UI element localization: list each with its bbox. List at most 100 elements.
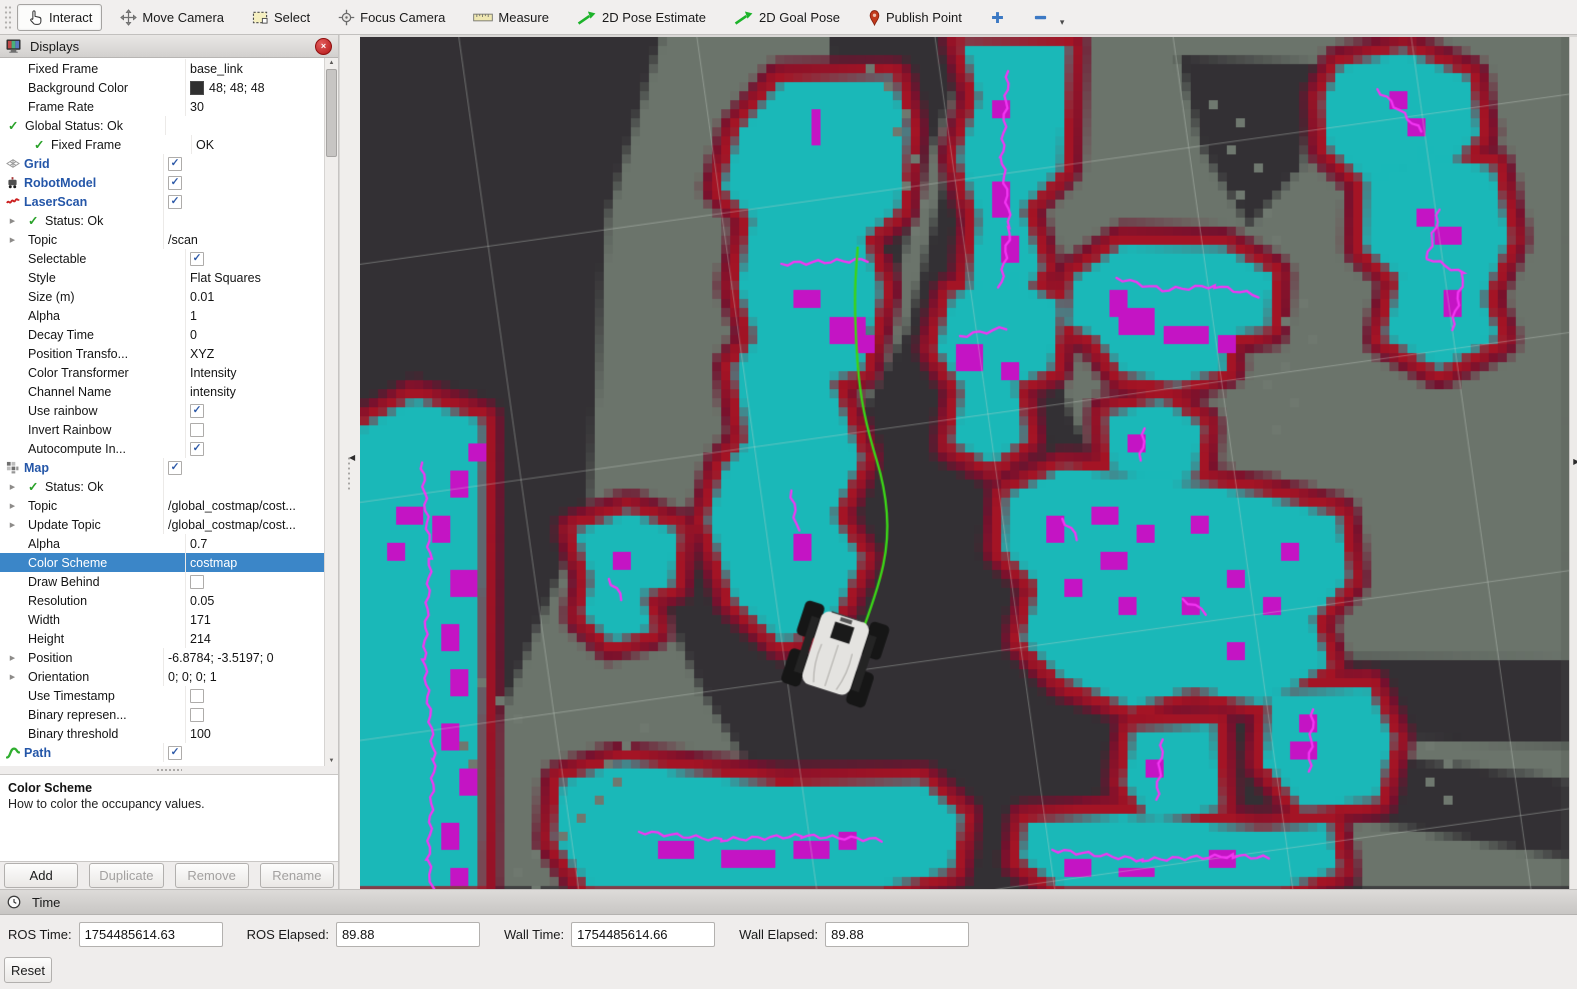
tree-row-alpha[interactable]: Alpha0.7 bbox=[0, 534, 325, 553]
help-splitter[interactable] bbox=[0, 766, 338, 774]
tool-move-camera-button[interactable]: Move Camera bbox=[110, 4, 234, 31]
tree-row-fixed-frame[interactable]: Fixed Framebase_link bbox=[0, 59, 325, 78]
toolbar-overflow-icon[interactable]: ▾ bbox=[1060, 17, 1065, 28]
tool-publish-point-button[interactable]: Publish Point bbox=[858, 4, 972, 31]
3d-viewport[interactable]: ▶ bbox=[360, 35, 1577, 889]
costmap-render-view[interactable] bbox=[360, 37, 1569, 889]
tree-row-grid[interactable]: Grid✓ bbox=[0, 154, 325, 173]
checkbox-checked[interactable]: ✓ bbox=[190, 404, 204, 418]
checkbox-checked[interactable]: ✓ bbox=[190, 252, 204, 266]
time-panel-titlebar[interactable]: Time bbox=[0, 890, 1577, 915]
tree-row-topic[interactable]: ▶Topic/scan bbox=[0, 230, 325, 249]
collapse-left-icon[interactable]: ◀ bbox=[349, 453, 355, 462]
point-icon bbox=[868, 9, 881, 26]
tree-row-fixed-frame[interactable]: ✓Fixed FrameOK bbox=[0, 135, 325, 154]
tree-row-alpha[interactable]: Alpha1 bbox=[0, 306, 325, 325]
displays-button-row: AddDuplicateRemoveRename bbox=[0, 862, 338, 889]
expander-icon[interactable]: ▶ bbox=[6, 654, 19, 662]
pose-icon bbox=[577, 10, 597, 25]
tree-row-selectable[interactable]: Selectable✓ bbox=[0, 249, 325, 268]
tree-row-style[interactable]: StyleFlat Squares bbox=[0, 268, 325, 287]
checkbox-checked[interactable]: ✓ bbox=[168, 195, 182, 209]
checkbox-unchecked[interactable] bbox=[190, 575, 204, 589]
tree-row-background-color[interactable]: Background Color48; 48; 48 bbox=[0, 78, 325, 97]
panel-splitter[interactable]: ◀ bbox=[339, 35, 360, 889]
tree-row-frame-rate[interactable]: Frame Rate30 bbox=[0, 97, 325, 116]
displays-panel-title: Displays bbox=[30, 39, 309, 54]
tree-row-robotmodel[interactable]: RobotModel✓ bbox=[0, 173, 325, 192]
tree-row-path[interactable]: Path✓ bbox=[0, 743, 325, 762]
tool-interact-button[interactable]: Interact bbox=[17, 4, 102, 31]
tree-row-use-rainbow[interactable]: Use rainbow✓ bbox=[0, 401, 325, 420]
expand-right-icon[interactable]: ▶ bbox=[1573, 457, 1577, 466]
tree-row-height[interactable]: Height214 bbox=[0, 629, 325, 648]
expander-icon[interactable]: ▶ bbox=[6, 673, 19, 681]
expander-icon[interactable]: ▶ bbox=[6, 502, 19, 510]
right-panel-strip[interactable]: ▶ bbox=[1569, 37, 1577, 889]
expander-icon[interactable]: ▶ bbox=[6, 236, 19, 244]
tree-row-autocompute-in-[interactable]: Autocompute In...✓ bbox=[0, 439, 325, 458]
color-swatch[interactable] bbox=[190, 81, 204, 95]
property-help: Color Scheme How to color the occupancy … bbox=[0, 774, 338, 862]
tree-row-color-scheme[interactable]: Color Schemecostmap bbox=[0, 553, 325, 572]
ros-time-label: ROS Time: bbox=[8, 927, 72, 942]
select-icon bbox=[252, 10, 269, 25]
tree-row-update-topic[interactable]: ▶Update Topic/global_costmap/cost... bbox=[0, 515, 325, 534]
tree-row-binary-threshold[interactable]: Binary threshold100 bbox=[0, 724, 325, 743]
tree-row-width[interactable]: Width171 bbox=[0, 610, 325, 629]
ros-elapsed-label: ROS Elapsed: bbox=[247, 927, 329, 942]
ros-elapsed-input[interactable] bbox=[336, 922, 480, 947]
scroll-up-icon[interactable]: ▲ bbox=[329, 58, 335, 68]
tree-row-draw-behind[interactable]: Draw Behind bbox=[0, 572, 325, 591]
tree-row-orientation[interactable]: ▶Orientation0; 0; 0; 1 bbox=[0, 667, 325, 686]
tree-row-resolution[interactable]: Resolution0.05 bbox=[0, 591, 325, 610]
tree-row-size-m-[interactable]: Size (m)0.01 bbox=[0, 287, 325, 306]
expander-icon[interactable]: ▶ bbox=[6, 521, 19, 529]
toolbar-drag-handle[interactable] bbox=[4, 5, 13, 29]
checkbox-unchecked[interactable] bbox=[190, 423, 204, 437]
tree-row-status-ok[interactable]: ▶✓Status: Ok bbox=[0, 211, 325, 230]
tool-minus-button[interactable] bbox=[1023, 5, 1058, 30]
tree-row-color-transformer[interactable]: Color TransformerIntensity bbox=[0, 363, 325, 382]
checkbox-unchecked[interactable] bbox=[190, 708, 204, 722]
grid-icon bbox=[6, 157, 24, 170]
add-button[interactable]: Add bbox=[4, 863, 78, 888]
wall-time-label: Wall Time: bbox=[504, 927, 564, 942]
tool-select-button[interactable]: Select bbox=[242, 5, 320, 30]
tree-row-channel-name[interactable]: Channel Nameintensity bbox=[0, 382, 325, 401]
checkbox-checked[interactable]: ✓ bbox=[168, 157, 182, 171]
expander-icon[interactable]: ▶ bbox=[6, 217, 19, 225]
tool-measure-button[interactable]: Measure bbox=[463, 5, 559, 30]
wall-elapsed-input[interactable] bbox=[825, 922, 969, 947]
tree-row-position[interactable]: ▶Position-6.8784; -3.5197; 0 bbox=[0, 648, 325, 667]
close-icon[interactable]: × bbox=[315, 38, 332, 55]
tree-row-decay-time[interactable]: Decay Time0 bbox=[0, 325, 325, 344]
tree-row-global-status-ok[interactable]: ✓Global Status: Ok bbox=[0, 116, 325, 135]
tree-scrollbar[interactable]: ▲ ▼ bbox=[324, 58, 338, 766]
tool-2d-goal-pose-button[interactable]: 2D Goal Pose bbox=[724, 5, 850, 30]
tree-row-topic[interactable]: ▶Topic/global_costmap/cost... bbox=[0, 496, 325, 515]
checkbox-checked[interactable]: ✓ bbox=[190, 442, 204, 456]
expander-icon[interactable]: ▶ bbox=[6, 483, 19, 491]
tool-focus-camera-button[interactable]: Focus Camera bbox=[328, 4, 455, 31]
ros-time-input[interactable] bbox=[79, 922, 223, 947]
tree-row-status-ok[interactable]: ▶✓Status: Ok bbox=[0, 477, 325, 496]
checkbox-checked[interactable]: ✓ bbox=[168, 461, 182, 475]
tree-row-laserscan[interactable]: LaserScan✓ bbox=[0, 192, 325, 211]
checkbox-unchecked[interactable] bbox=[190, 689, 204, 703]
checkbox-checked[interactable]: ✓ bbox=[168, 746, 182, 760]
tree-row-binary-represen-[interactable]: Binary represen... bbox=[0, 705, 325, 724]
reset-button[interactable]: Reset bbox=[4, 957, 52, 983]
displays-panel-titlebar[interactable]: Displays × bbox=[0, 35, 338, 58]
tree-row-invert-rainbow[interactable]: Invert Rainbow bbox=[0, 420, 325, 439]
tree-row-position-transfo-[interactable]: Position Transfo...XYZ bbox=[0, 344, 325, 363]
tool-plus-button[interactable] bbox=[980, 5, 1015, 30]
scrollbar-thumb[interactable] bbox=[326, 69, 337, 157]
tree-row-map[interactable]: Map✓ bbox=[0, 458, 325, 477]
scroll-down-icon[interactable]: ▼ bbox=[329, 756, 335, 766]
checkbox-checked[interactable]: ✓ bbox=[168, 176, 182, 190]
robot-icon bbox=[6, 176, 24, 189]
tool-2d-pose-estimate-button[interactable]: 2D Pose Estimate bbox=[567, 5, 716, 30]
wall-time-input[interactable] bbox=[571, 922, 715, 947]
tree-row-use-timestamp[interactable]: Use Timestamp bbox=[0, 686, 325, 705]
